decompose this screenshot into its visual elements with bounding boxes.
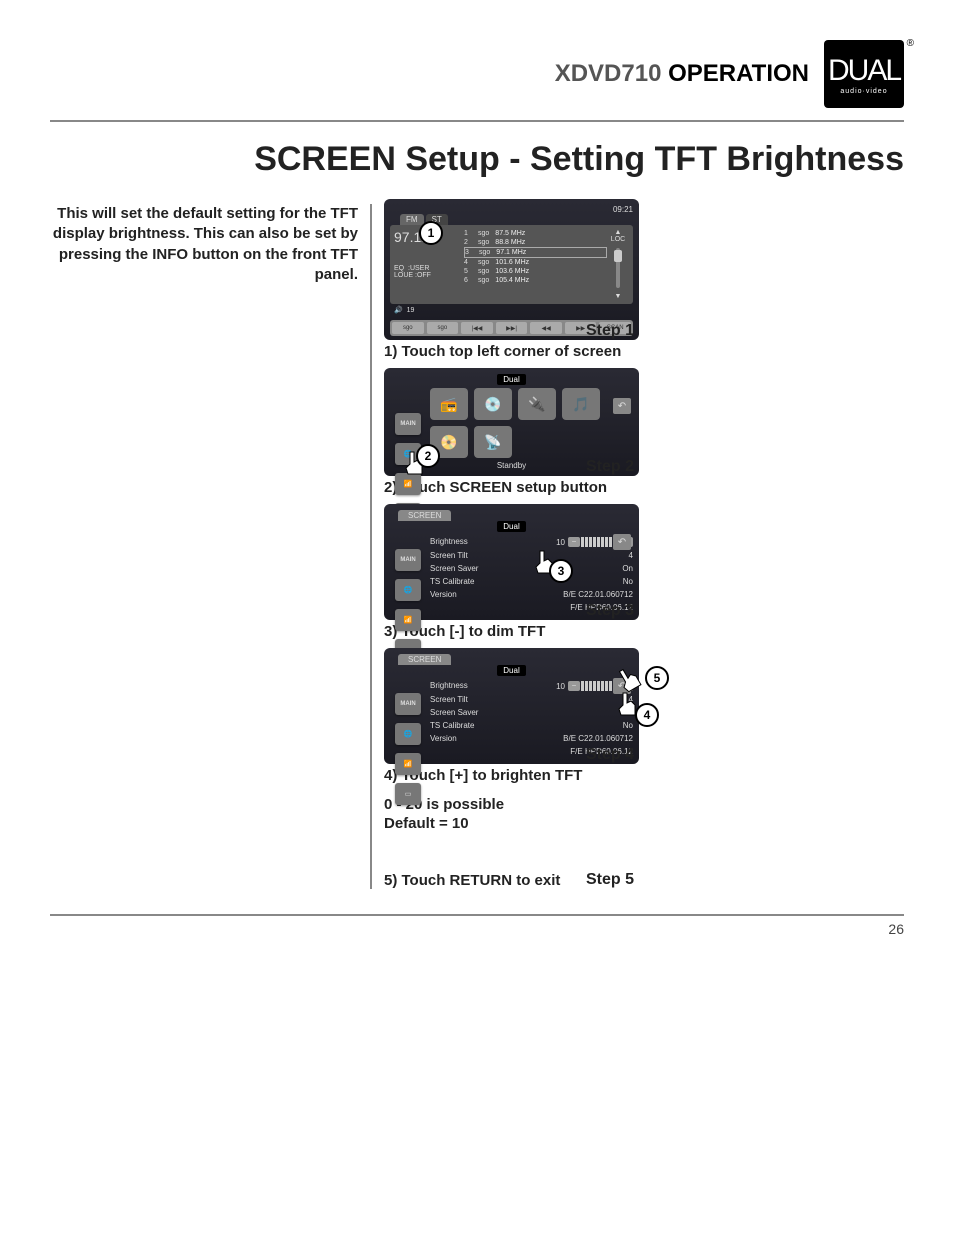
screenshot-radio: 09:21 FM ST 97.1Hz EQ :USER LOUE :OFF [384, 199, 639, 340]
brightness-minus-button[interactable]: − [568, 681, 580, 691]
step-3-label: Step 3 [586, 602, 634, 620]
range-info: 0 - 20 is possible [384, 796, 904, 813]
step-3-caption: 3) Touch [-] to dim TFT [384, 623, 904, 640]
brand-badge: Dual [497, 521, 525, 532]
header: XDVD710 OPERATION DUAL audio·video [50, 40, 904, 108]
radio-btn-2[interactable]: sgo [427, 322, 459, 334]
menu-radio-icon[interactable]: 📻 [430, 388, 468, 420]
step-2-label: Step 2 [586, 458, 634, 476]
screen-tab: SCREEN [398, 510, 451, 521]
sidebar-tuner-icon[interactable]: 📶 [395, 609, 421, 631]
brand-badge: Dual [497, 374, 525, 385]
radio-btn-next-track[interactable]: ▶▶| [496, 322, 528, 334]
sidebar-globe-icon[interactable]: 🌐 [395, 723, 421, 745]
menu-disc-icon[interactable]: 💿 [474, 388, 512, 420]
sidebar-main[interactable]: MAIN [395, 693, 421, 715]
screen-tab: SCREEN [398, 654, 451, 665]
brightness-label: Brightness [430, 537, 468, 547]
sidebar-main[interactable]: MAIN [395, 413, 421, 435]
menu-ipod-icon[interactable]: 🎵 [562, 388, 600, 420]
radio-btn-prev-track[interactable]: |◀◀ [461, 322, 493, 334]
volume-icon: 🔊 [394, 307, 403, 314]
radio-btn-1[interactable]: sgo [392, 322, 424, 334]
volume-value: 19 [407, 307, 415, 314]
sidebar-screen-icon[interactable]: ▭ [395, 783, 421, 805]
brand-badge: Dual [497, 665, 525, 676]
left-column: This will set the default setting for th… [50, 204, 370, 889]
step-1-caption: 1) Touch top left corner of screen [384, 343, 904, 360]
radio-btn-rewind[interactable]: ◀◀ [530, 322, 562, 334]
page-number: 26 [50, 914, 904, 937]
intro-text: This will set the default setting for th… [50, 204, 358, 285]
model-number: XDVD710 [555, 60, 662, 87]
callout-5: 5 [645, 666, 669, 690]
return-icon[interactable]: ↶ [613, 534, 631, 550]
default-info: Default = 10 [384, 815, 904, 832]
clock: 09:21 [390, 205, 633, 214]
logo-subtitle: audio·video [840, 88, 887, 95]
callout-3: 3 [549, 559, 573, 583]
step-2-caption: 2) Touch SCREEN setup button [384, 479, 904, 496]
brightness-value: 10 [556, 538, 565, 547]
step-5-label: Step 5 [586, 871, 634, 889]
callout-4: 4 [635, 703, 659, 727]
return-icon[interactable]: ↶ [613, 398, 631, 414]
sidebar-globe-icon[interactable]: 🌐 [395, 579, 421, 601]
operation-title: XDVD710 OPERATION [555, 60, 809, 88]
header-divider [50, 120, 904, 122]
content-layout: This will set the default setting for th… [50, 204, 904, 889]
page-title: SCREEN Setup - Setting TFT Brightness [50, 140, 904, 179]
step-1-label: Step 1 [586, 322, 634, 340]
logo-text: DUAL [828, 56, 900, 86]
sidebar-main[interactable]: MAIN [395, 549, 421, 571]
step-4-caption: 4) Touch [+] to brighten TFT [384, 767, 904, 784]
callout-2: 2 [416, 444, 440, 468]
sidebar-tuner-icon[interactable]: 📶 [395, 753, 421, 775]
menu-aux-icon[interactable]: 🔌 [518, 388, 556, 420]
step-4-label: Step 4 [586, 746, 634, 764]
callout-1: 1 [419, 221, 443, 245]
right-column: 09:21 FM ST 97.1Hz EQ :USER LOUE :OFF [370, 204, 904, 889]
brightness-minus-button[interactable]: − [568, 537, 580, 547]
menu-xm-icon[interactable]: 📡 [474, 426, 512, 458]
dual-logo: DUAL audio·video [824, 40, 904, 108]
band-fm[interactable]: FM [400, 214, 424, 225]
step-5-caption: 5) Touch RETURN to exit [384, 872, 904, 889]
section-label: OPERATION [668, 60, 809, 87]
